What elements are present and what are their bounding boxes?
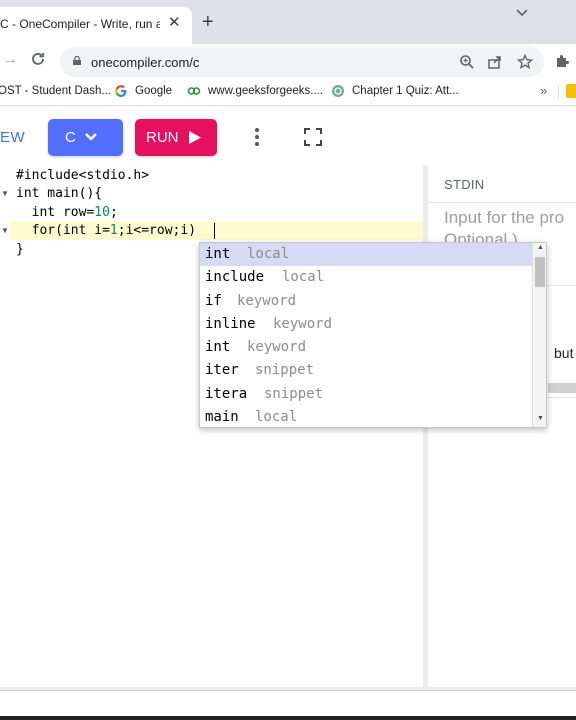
new-button-partial[interactable]: EW	[0, 129, 25, 146]
bookmark-chapter-quiz[interactable]: Chapter 1 Quiz: Att...	[352, 85, 459, 97]
scroll-up-arrow-icon[interactable]: ▲	[537, 244, 544, 251]
fullscreen-icon[interactable]	[304, 128, 322, 146]
suggestion-item[interactable]: int local	[200, 243, 532, 266]
suggestion-word: if	[205, 293, 222, 309]
url-text[interactable]: onecompiler.com/c	[91, 55, 199, 70]
tab-strip: C - OneCompiler - Write, run an ✕ +	[0, 0, 576, 44]
more-options-icon[interactable]	[252, 127, 262, 147]
suggestion-item[interactable]: iter snippet	[200, 359, 532, 382]
scrollbar-thumb[interactable]	[535, 257, 545, 287]
output-text-partial: but	[554, 345, 574, 361]
chatgpt-icon	[332, 85, 344, 97]
run-button[interactable]: RUN	[135, 119, 217, 156]
tab-title: C - OneCompiler - Write, run an	[0, 17, 160, 31]
code-token: int row=	[16, 205, 95, 220]
bookmarks-divider	[558, 84, 559, 100]
bookmark-student-dash[interactable]: OST - Student Dash...	[0, 85, 111, 97]
suggestion-item[interactable]: int keyword	[200, 336, 532, 359]
browser-toolbar: → onecompiler.com/c	[0, 44, 576, 78]
suggestion-word: main	[205, 409, 239, 425]
fold-arrow-icon[interactable]: ▼	[1, 226, 9, 235]
tab-search-chevron-icon[interactable]	[516, 9, 528, 17]
suggestion-kind: snippet	[255, 362, 315, 378]
suggestion-kind: local	[247, 246, 290, 262]
code-line[interactable]: #include<stdio.h>	[16, 166, 149, 185]
share-icon[interactable]	[487, 54, 503, 70]
lock-icon[interactable]	[73, 56, 81, 65]
forward-icon[interactable]: →	[2, 52, 18, 68]
language-label: C	[65, 129, 76, 146]
suggestion-word: int	[205, 339, 231, 355]
text-cursor	[214, 223, 215, 239]
scroll-down-arrow-icon[interactable]: ▼	[537, 415, 544, 422]
suggestion-word: itera	[205, 386, 248, 402]
output-scrollbar[interactable]	[548, 383, 576, 393]
suggestion-word: inline	[205, 316, 256, 332]
autocomplete-popup: int local include local if keyword inlin…	[199, 242, 547, 428]
suggestion-kind: keyword	[237, 293, 297, 309]
suggestion-kind: local	[255, 409, 298, 425]
suggestion-kind: keyword	[273, 316, 333, 332]
suggestion-kind: local	[282, 269, 325, 285]
suggestion-word: int	[205, 246, 231, 262]
extensions-puzzle-icon[interactable]	[554, 53, 570, 69]
tab-close-icon[interactable]: ✕	[168, 15, 181, 31]
stdin-input[interactable]: Input for the pro Optional )	[428, 165, 576, 243]
number-literal: 1	[109, 223, 118, 238]
suggestion-item[interactable]: main local	[200, 406, 532, 427]
code-token: ;	[109, 205, 118, 220]
suggestion-item[interactable]: if keyword	[200, 290, 532, 313]
chevron-down-icon	[85, 133, 97, 141]
bookmark-google[interactable]: Google	[135, 85, 172, 97]
address-bar[interactable]: onecompiler.com/c	[60, 47, 544, 77]
play-icon	[189, 131, 201, 144]
run-label: RUN	[146, 129, 179, 146]
code-token: ;i<=row;i)	[117, 223, 197, 238]
suggestion-kind: snippet	[264, 386, 324, 402]
new-tab-button[interactable]: +	[202, 12, 214, 32]
browser-tab[interactable]: C - OneCompiler - Write, run an ✕	[0, 7, 192, 44]
suggestion-item[interactable]: include local	[200, 266, 532, 289]
zoom-icon[interactable]	[459, 54, 475, 70]
suggestion-word: iter	[205, 362, 239, 378]
number-literal: 10	[94, 205, 110, 220]
reload-icon[interactable]	[30, 51, 46, 67]
code-token: for(int i=	[16, 223, 110, 238]
app-header: EW C RUN	[0, 107, 576, 165]
bookmarks-bar: OST - Student Dash... Google www.geeksfo…	[0, 78, 576, 106]
stdin-placeholder: Input for the pro	[444, 208, 565, 227]
bookmark-star-icon[interactable]	[517, 54, 533, 70]
suggestion-kind: keyword	[247, 339, 307, 355]
language-select-button[interactable]: C	[48, 119, 123, 156]
suggestion-item[interactable]: itera snippet	[200, 383, 532, 406]
suggestion-scrollbar[interactable]: ▲ ▼	[532, 243, 546, 427]
all-bookmarks-folder-icon[interactable]	[566, 84, 576, 98]
stdin-placeholder-line2: Optional )	[444, 230, 518, 243]
fold-arrow-icon[interactable]: ▼	[1, 189, 9, 198]
code-line[interactable]: int row=10;	[16, 203, 118, 222]
taskbar-edge	[0, 716, 576, 720]
google-icon	[115, 85, 127, 97]
geeksforgeeks-icon	[187, 87, 201, 95]
bookmarks-overflow-button[interactable]: »	[540, 83, 547, 98]
suggestion-item[interactable]: inline keyword	[200, 313, 532, 336]
suggestion-word: include	[205, 269, 265, 285]
code-line[interactable]: for(int i=1;i<=row;i)	[16, 221, 196, 240]
bookmark-geeksforgeeks[interactable]: www.geeksforgeeks....	[208, 85, 323, 97]
code-line[interactable]: }	[16, 240, 24, 259]
code-line[interactable]: int main(){	[16, 184, 102, 203]
